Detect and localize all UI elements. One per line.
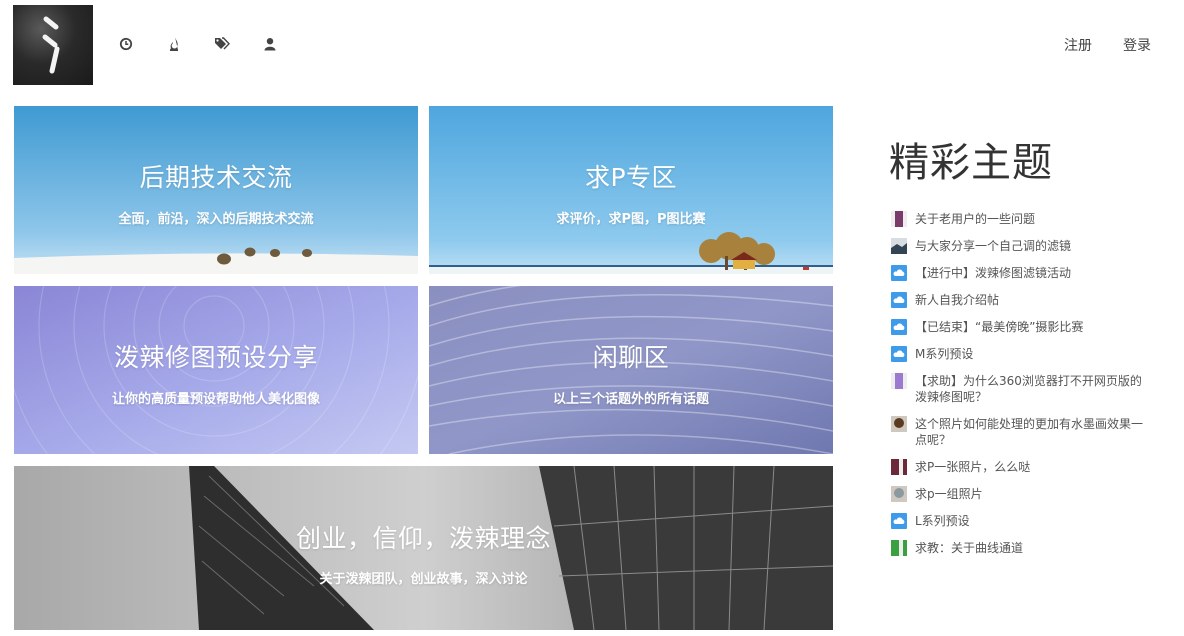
landscape-avatar (891, 238, 907, 254)
clock-icon[interactable] (118, 36, 134, 52)
cloud-icon (891, 319, 907, 335)
cloud-icon (891, 292, 907, 308)
register-link[interactable]: 注册 (1064, 35, 1092, 55)
topic-title: 这个照片如何能处理的更加有水墨画效果一点呢？ (915, 417, 1144, 447)
category-tile-request[interactable]: 求P专区 求评价，求P图，P图比赛 (429, 106, 833, 274)
tile-title: 求P专区 (584, 163, 678, 192)
topic-item[interactable]: 这个照片如何能处理的更加有水墨画效果一点呢？ (891, 416, 1151, 448)
topic-title: 【求助】为什么360浏览器打不开网页版的泼辣修图呢？ (915, 374, 1142, 404)
tile-title: 闲聊区 (592, 343, 670, 372)
user-icon[interactable] (262, 36, 278, 52)
category-tile-startup[interactable]: 创业，信仰，泼辣理念 关于泼辣团队，创业故事，深入讨论 (14, 466, 833, 630)
featured-topic-list: 关于老用户的一些问题与大家分享一个自己调的滤镜 【进行中】泼辣修图滤镜活动 新人自我… (891, 211, 1151, 567)
category-tile-chat[interactable]: 闲聊区 以上三个话题外的所有话题 (429, 286, 833, 454)
topic-item[interactable]: 【已结束】“最美傍晚”摄影比赛 (891, 319, 1151, 335)
topic-item[interactable]: 求P一张照片，么么哒 (891, 459, 1151, 475)
tile-subtitle: 求评价，求P图，P图比赛 (556, 212, 706, 227)
topic-item[interactable]: 求教：关于曲线通道 (891, 540, 1151, 556)
logo-calligraphy-icon (42, 16, 60, 74)
topic-item[interactable]: 关于老用户的一些问题 (891, 211, 1151, 227)
pixel-avatar (891, 459, 907, 475)
topic-title: 求P一张照片，么么哒 (915, 460, 1031, 474)
tile-subtitle: 以上三个话题外的所有话题 (552, 392, 709, 407)
featured-topics-title: 精彩主题 (889, 140, 1053, 186)
topic-title: 与大家分享一个自己调的滤镜 (915, 239, 1072, 253)
topic-title: L系列预设 (915, 514, 970, 528)
topic-title: 关于老用户的一些问题 (915, 212, 1036, 226)
topic-item[interactable]: 与大家分享一个自己调的滤镜 (891, 238, 1151, 254)
photo-avatar (891, 416, 907, 432)
tags-icon[interactable] (214, 36, 230, 52)
topic-title: 【进行中】泼辣修图滤镜活动 (915, 266, 1072, 280)
topic-item[interactable]: 新人自我介绍帖 (891, 292, 1151, 308)
pixel-avatar (891, 540, 907, 556)
category-tile-presets[interactable]: 泼辣修图预设分享 让你的高质量预设帮助他人美化图像 (14, 286, 418, 454)
tile-title: 创业，信仰，泼辣理念 (295, 524, 551, 553)
tile-subtitle: 关于泼辣团队，创业故事，深入讨论 (319, 572, 528, 587)
tile-title: 泼辣修图预设分享 (113, 343, 318, 372)
topic-item[interactable]: 【求助】为什么360浏览器打不开网页版的泼辣修图呢？ (891, 373, 1151, 405)
tile-subtitle: 让你的高质量预设帮助他人美化图像 (111, 392, 320, 407)
fire-icon[interactable] (166, 36, 182, 52)
category-tile-tech[interactable]: 后期技术交流 全面，前沿，深入的后期技术交流 (14, 106, 418, 274)
topic-item[interactable]: 求p一组照片 (891, 486, 1151, 502)
tile-title: 后期技术交流 (139, 163, 293, 192)
pixel-avatar (891, 373, 907, 389)
cloud-icon (891, 513, 907, 529)
pixel-avatar (891, 211, 907, 227)
tile-subtitle: 全面，前沿，深入的后期技术交流 (118, 212, 314, 227)
topic-item[interactable]: L系列预设 (891, 513, 1151, 529)
topic-title: 【已结束】“最美傍晚”摄影比赛 (915, 320, 1084, 334)
login-link[interactable]: 登录 (1123, 35, 1151, 55)
topic-item[interactable]: 【进行中】泼辣修图滤镜活动 (891, 265, 1151, 281)
cloud-icon (891, 265, 907, 281)
topic-item[interactable]: M系列预设 (891, 346, 1151, 362)
topic-title: 新人自我介绍帖 (915, 293, 1000, 307)
topic-title: 求p一组照片 (915, 487, 983, 501)
cloud-icon (891, 346, 907, 362)
topic-title: M系列预设 (915, 347, 974, 361)
site-logo[interactable] (13, 5, 93, 85)
topic-title: 求教：关于曲线通道 (915, 541, 1024, 555)
photo-avatar (891, 486, 907, 502)
